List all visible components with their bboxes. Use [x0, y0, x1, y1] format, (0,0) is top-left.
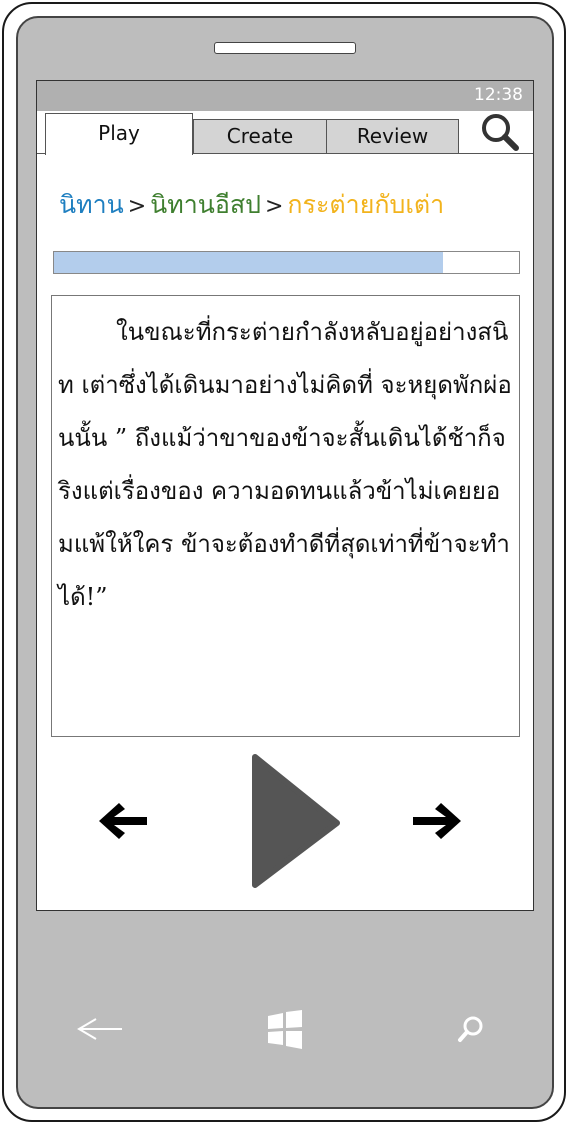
breadcrumb-item-tales[interactable]: นิทาน [59, 190, 124, 219]
story-progress-bar [53, 251, 520, 274]
hardware-search-button[interactable] [456, 1014, 486, 1048]
arrow-right-icon [413, 803, 461, 839]
app-screen: 12:38 Play Create Review นิทาน > นิทานอีสป… [36, 80, 534, 911]
status-clock: 12:38 [474, 85, 523, 105]
hardware-back-button[interactable] [76, 1014, 124, 1048]
story-text: ในขณะที่กระต่ายกำลังหลับอยู่อย่างสนิท เต… [58, 318, 512, 611]
tab-review[interactable]: Review [326, 119, 459, 154]
search-button[interactable] [479, 111, 521, 153]
phone-speaker [214, 42, 356, 54]
hardware-windows-button[interactable] [266, 1010, 304, 1054]
back-icon [77, 1018, 122, 1040]
tab-create[interactable]: Create [193, 119, 327, 154]
breadcrumb-separator: > [127, 194, 147, 219]
breadcrumb: นิทาน > นิทานอีสป > กระต่ายกับเต่า [59, 185, 444, 225]
breadcrumb-item-current: กระต่ายกับเต่า [287, 190, 445, 219]
tab-play[interactable]: Play [45, 113, 193, 155]
play-button[interactable] [249, 753, 341, 893]
arrow-left-icon [99, 803, 147, 839]
breadcrumb-separator: > [264, 194, 284, 219]
story-text-box: ในขณะที่กระต่ายกำลังหลับอยู่อย่างสนิท เต… [51, 295, 520, 737]
tab-bar: Play Create Review [37, 111, 533, 155]
previous-button[interactable] [95, 799, 151, 847]
breadcrumb-item-aesop[interactable]: นิทานอีสป [150, 190, 261, 219]
next-button[interactable] [409, 799, 465, 847]
progress-fill [54, 252, 444, 273]
search-icon [458, 1016, 483, 1042]
search-icon [482, 114, 519, 151]
windows-icon [268, 1010, 302, 1049]
play-icon [252, 754, 340, 888]
status-bar: 12:38 [37, 81, 533, 111]
